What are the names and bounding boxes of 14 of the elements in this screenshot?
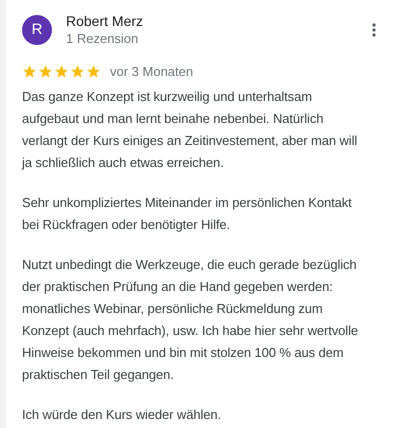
star-icon	[70, 64, 85, 80]
avatar: R	[22, 15, 52, 45]
more-options-icon[interactable]	[372, 23, 376, 37]
review-paragraph: Ich würde den Kurs wieder wählen.	[22, 406, 222, 424]
review-time: vor 3 Monaten	[110, 63, 194, 81]
star-icon	[54, 64, 69, 80]
star-icon	[22, 64, 37, 80]
review-count: 1 Rezension	[66, 30, 140, 48]
star-icon	[38, 64, 53, 80]
review-paragraph: Sehr unkompliziertes Miteinander im persönlichen Kontakt bei Rückfragen oder benötigter Hilfe.	[22, 194, 353, 234]
review-paragraph: Nutzt unbedingt die Werkzeuge, die euch gerade bezüglich der praktischen Prüfung an die Hand gegeben werden: monatliches Webinar, persönliche Rückmeldung zum Konzept (auch mehrfach), usw. Ich habe hier sehr wertvolle Hinweise bekommen und bin mit stolzen 100 % aus dem praktischen Teil gegangen.	[22, 256, 359, 384]
reviewer-name[interactable]: Robert Merz	[66, 12, 372, 30]
star-icon	[86, 64, 101, 80]
review-paragraph: Das ganze Konzept ist kurzweilig und unterhaltsam aufgebaut und man lernt beinahe nebenbei. Natürlich verlangt der Kurs einiges an Zeitinvestement, aber man will ja schließlich auch etwas erreichen.	[22, 88, 358, 172]
